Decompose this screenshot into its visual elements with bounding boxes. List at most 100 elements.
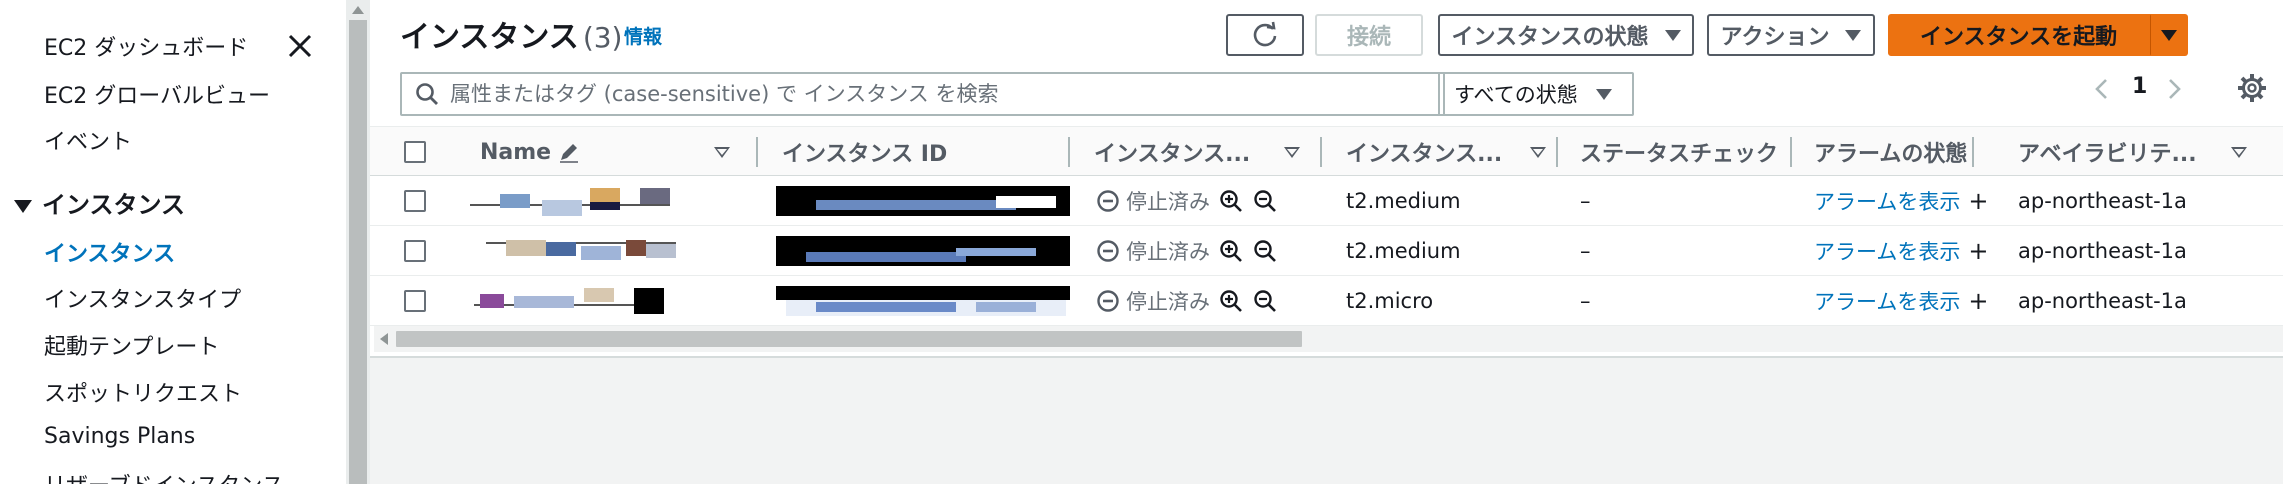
- stopped-state-icon: [1097, 190, 1119, 212]
- page-title: インスタンス (3): [400, 12, 622, 56]
- sidebar-section-instances[interactable]: インスタンス: [14, 185, 185, 220]
- zoom-out-icon[interactable]: [1252, 188, 1278, 214]
- status-check: –: [1580, 239, 1591, 263]
- caret-down-icon: [1595, 88, 1612, 100]
- view-alarms-link[interactable]: アラームを表示: [1814, 286, 1960, 316]
- search-box[interactable]: [400, 72, 1445, 116]
- column-header-instance-id[interactable]: インスタンス ID: [782, 127, 1082, 177]
- details-pane: [370, 356, 2283, 484]
- add-alarm-icon[interactable]: +: [1968, 237, 1988, 265]
- instance-state: 停止済み: [1096, 226, 1278, 276]
- sidebar-item-instances[interactable]: インスタンス: [44, 236, 175, 268]
- table-row[interactable]: 停止済み t2.medium – アラームを表示 + ap-northeast-1: [370, 226, 2283, 276]
- stopped-state-icon: [1097, 290, 1119, 312]
- search-input[interactable]: [440, 75, 1443, 113]
- instance-type: t2.medium: [1346, 239, 1461, 263]
- refresh-button[interactable]: [1226, 14, 1304, 56]
- add-alarm-icon[interactable]: +: [1968, 287, 1988, 315]
- redacted-instance-id: [776, 236, 1070, 266]
- instance-state-text: 停止済み: [1126, 190, 1210, 214]
- column-header-instance-state[interactable]: インスタンス...: [1094, 127, 1314, 177]
- column-divider[interactable]: [1556, 137, 1558, 167]
- sidebar-item-ec2-dashboard[interactable]: EC2 ダッシュボード: [44, 30, 248, 62]
- column-header-alarm-status[interactable]: アラームの状態: [1814, 127, 1974, 177]
- redacted-instance-id: [776, 286, 1070, 316]
- add-alarm-icon[interactable]: +: [1968, 187, 1988, 215]
- scroll-up-arrow-icon[interactable]: [352, 6, 364, 14]
- column-availability-zone-label: アベイラビリテ...: [2018, 142, 2197, 167]
- table-horizontal-scrollbar[interactable]: [374, 326, 2283, 352]
- page-number[interactable]: 1: [2132, 74, 2147, 99]
- view-alarms-link[interactable]: アラームを表示: [1814, 186, 1960, 216]
- actions-menu-button[interactable]: アクション: [1707, 14, 1875, 56]
- stopped-state-icon: [1097, 240, 1119, 262]
- state-filter-select[interactable]: すべての状態: [1438, 72, 1634, 116]
- redacted-instance-name: [474, 286, 664, 316]
- caret-down-icon: [14, 199, 32, 213]
- caret-down-icon: [1664, 29, 1681, 41]
- column-divider[interactable]: [756, 137, 758, 167]
- zoom-out-icon[interactable]: [1252, 288, 1278, 314]
- settings-gear-icon[interactable]: [2236, 72, 2268, 104]
- table-row[interactable]: 停止済み t2.micro – アラームを表示 + ap-northeast-1a: [370, 276, 2283, 326]
- zoom-in-icon[interactable]: [1218, 238, 1244, 264]
- column-divider[interactable]: [1068, 137, 1070, 167]
- zoom-in-icon[interactable]: [1218, 188, 1244, 214]
- column-divider[interactable]: [1320, 137, 1322, 167]
- sidebar-item-ec2-global-view[interactable]: EC2 グローバルビュー: [44, 78, 270, 110]
- row-checkbox[interactable]: [404, 190, 426, 212]
- alarm-status: アラームを表示 +: [1814, 226, 1988, 276]
- sidebar: EC2 ダッシュボード EC2 グローバルビュー イベント インスタンス インス…: [0, 0, 346, 484]
- sort-icon: [1530, 147, 1546, 158]
- column-header-status-check[interactable]: ステータスチェック: [1580, 127, 1792, 177]
- availability-zone: ap-northeast-1a: [2018, 189, 2187, 213]
- caret-down-icon: [1845, 29, 1862, 41]
- sidebar-scrollbar[interactable]: [346, 0, 370, 484]
- instance-state: 停止済み: [1096, 276, 1278, 326]
- scrollbar-thumb[interactable]: [396, 331, 1302, 347]
- row-checkbox[interactable]: [404, 240, 426, 262]
- state-filter-value: すべての状態: [1454, 83, 1578, 107]
- connect-button[interactable]: 接続: [1315, 14, 1423, 56]
- view-alarms-link[interactable]: アラームを表示: [1814, 236, 1960, 266]
- instance-state-menu-button[interactable]: インスタンスの状態: [1438, 14, 1694, 56]
- sidebar-item-reserved-instances[interactable]: リザーブドインスタンス: [44, 468, 284, 484]
- refresh-icon: [1253, 21, 1277, 47]
- search-icon: [416, 83, 438, 105]
- column-header-name[interactable]: Name: [480, 127, 750, 177]
- pagination: 1: [2088, 70, 2181, 106]
- caret-down-icon: [2160, 29, 2177, 41]
- redacted-instance-name: [486, 236, 676, 266]
- column-header-availability-zone[interactable]: アベイラビリテ...: [2018, 127, 2283, 177]
- sidebar-item-savings-plans[interactable]: Savings Plans: [44, 424, 195, 449]
- scrollbar-thumb[interactable]: [349, 20, 367, 484]
- sidebar-item-events[interactable]: イベント: [44, 124, 132, 156]
- launch-instances-button[interactable]: インスタンスを起動: [1888, 14, 2150, 56]
- close-icon[interactable]: [282, 28, 318, 64]
- column-header-instance-type[interactable]: インスタンス...: [1346, 127, 1560, 177]
- column-instance-state-label: インスタンス...: [1094, 142, 1251, 167]
- instance-state: 停止済み: [1096, 176, 1278, 226]
- sort-icon: [1284, 147, 1300, 158]
- status-check: –: [1580, 289, 1591, 313]
- column-divider[interactable]: [1972, 137, 1974, 167]
- scroll-left-arrow-icon[interactable]: [380, 333, 388, 345]
- zoom-in-icon[interactable]: [1218, 288, 1244, 314]
- instance-state-text: 停止済み: [1126, 240, 1210, 264]
- chevron-left-icon[interactable]: [2088, 74, 2116, 104]
- column-divider[interactable]: [1790, 137, 1792, 167]
- instance-count: (3): [582, 21, 623, 54]
- sidebar-item-instance-types[interactable]: インスタンスタイプ: [44, 282, 241, 314]
- sidebar-item-spot-requests[interactable]: スポットリクエスト: [44, 376, 242, 408]
- launch-instances-dropdown-button[interactable]: [2150, 14, 2188, 56]
- zoom-out-icon[interactable]: [1252, 238, 1278, 264]
- availability-zone: ap-northeast-1a: [2018, 289, 2187, 313]
- info-link[interactable]: 情報: [624, 22, 662, 49]
- chevron-right-icon[interactable]: [2160, 74, 2188, 104]
- row-checkbox[interactable]: [404, 290, 426, 312]
- sidebar-item-launch-templates[interactable]: 起動テンプレート: [44, 329, 219, 361]
- select-all-checkbox[interactable]: [404, 141, 426, 163]
- table-row[interactable]: 停止済み t2.medium – アラームを表示 + ap-northeast-1: [370, 176, 2283, 226]
- sidebar-section-title: インスタンス: [42, 191, 186, 219]
- actions-menu-label: アクション: [1720, 25, 1830, 50]
